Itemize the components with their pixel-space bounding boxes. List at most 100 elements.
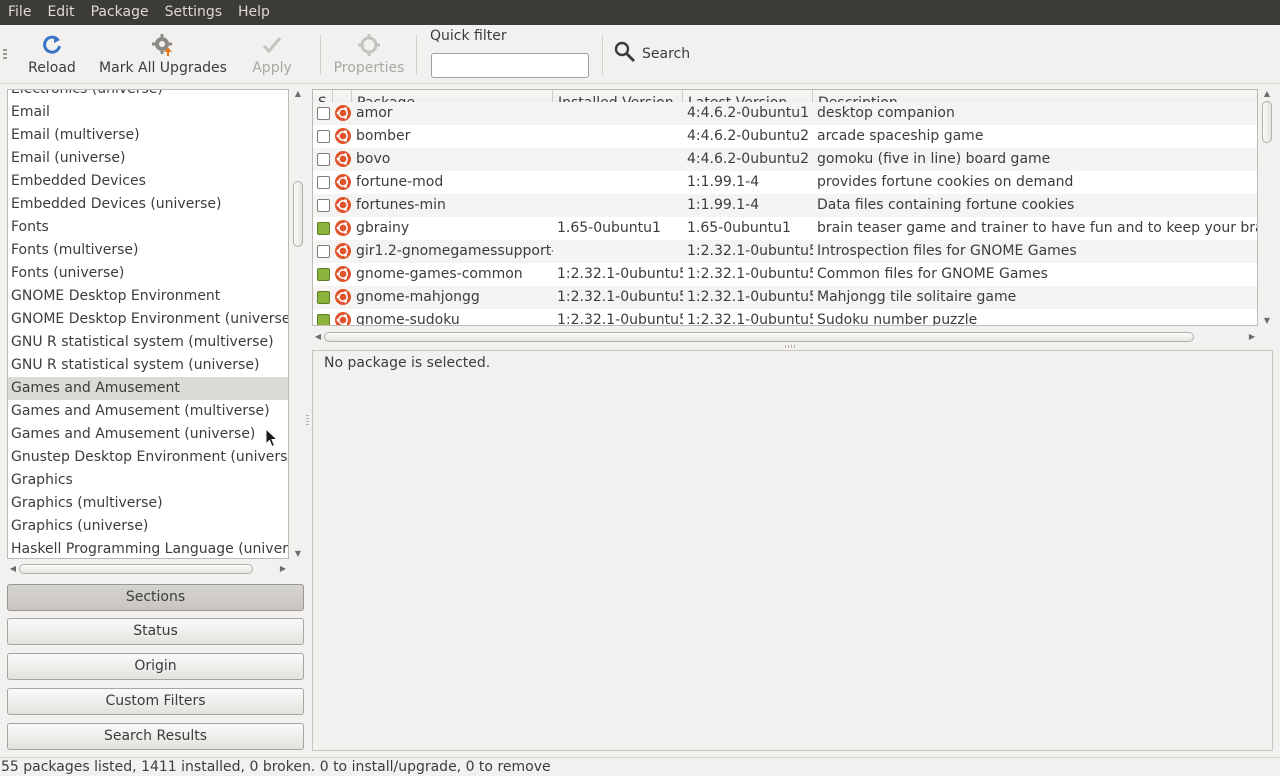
package-checkbox[interactable] [317,222,330,235]
package-table[interactable]: S Package Installed Version Latest Versi… [312,89,1258,326]
status-bar: 55 packages listed, 1411 installed, 0 br… [0,757,1280,776]
search-results-button[interactable]: Search Results [7,723,304,750]
section-item[interactable]: Games and Amusement (universe) [8,423,288,446]
package-checkbox[interactable] [317,245,330,258]
table-row[interactable]: gir1.2-gnomegamessupport-1.0 1:2.32.1-0ub… [313,240,1257,263]
section-item[interactable]: Graphics [8,469,288,492]
search-button[interactable]: Search [614,41,691,67]
section-item[interactable]: GNU R statistical system (universe) [8,354,288,377]
scroll-left-icon[interactable]: ◀ [312,332,324,342]
section-list-hscrollbar[interactable]: ◀ ▶ [7,563,289,575]
section-list[interactable]: Electronics (universe) Email Email (mult… [7,89,289,559]
table-row[interactable]: fortunes-min 1:1.99.1-4 Data files contain… [313,194,1257,217]
package-table-vscrollbar[interactable]: ▲ ▼ [1261,89,1273,326]
section-item[interactable]: GNOME Desktop Environment (universe) [8,308,288,331]
package-description: Mahjongg tile solitaire game [817,289,1017,305]
section-item-selected[interactable]: Games and Amusement [8,377,288,400]
section-item[interactable]: Graphics (multiverse) [8,492,288,515]
section-item[interactable]: Embedded Devices (universe) [8,193,288,216]
section-item[interactable]: Electronics (universe) [8,90,288,101]
properties-gear-icon [357,33,381,57]
scroll-right-icon[interactable]: ▶ [1246,332,1258,342]
menu-package[interactable]: Package [83,0,157,25]
package-checkbox[interactable] [317,176,330,189]
installed-version: 1:2.32.1-0ubuntu5 [557,312,683,326]
scrollbar-thumb[interactable] [293,181,303,247]
table-row[interactable]: gnome-mahjongg 1:2.32.1-0ubuntu5 1:2.32.1-… [313,286,1257,309]
pane-divider-handle[interactable] [306,415,309,427]
menu-help[interactable]: Help [230,0,278,25]
toolbar-separator [416,35,417,75]
scroll-up-icon[interactable]: ▲ [292,89,304,99]
installed-version: 1:2.32.1-0ubuntu5 [557,289,683,305]
section-item[interactable]: Graphics (universe) [8,515,288,538]
section-item[interactable]: Games and Amusement (multiverse) [8,400,288,423]
scroll-up-icon[interactable]: ▲ [1261,89,1273,99]
ubuntu-logo-icon [335,197,351,213]
scrollbar-thumb[interactable] [1262,101,1272,143]
table-row[interactable]: bovo 4:4.6.2-0ubuntu2 gomoku (five in line… [313,148,1257,171]
section-item[interactable]: GNOME Desktop Environment [8,285,288,308]
section-item[interactable]: Fonts (universe) [8,262,288,285]
ubuntu-logo-icon [335,128,351,144]
menu-file[interactable]: File [0,0,39,25]
status-button[interactable]: Status [7,618,304,645]
installed-version [553,194,683,217]
custom-filters-button[interactable]: Custom Filters [7,688,304,715]
section-list-vscrollbar[interactable]: ▲ ▼ [292,89,304,559]
package-details-pane: No package is selected. [312,350,1273,751]
properties-button[interactable]: Properties [331,31,407,79]
scrollbar-thumb[interactable] [19,564,253,574]
package-checkbox[interactable] [317,130,330,143]
section-item[interactable]: Haskell Programming Language (universe) [8,538,288,558]
search-label: Search [642,46,691,62]
package-checkbox[interactable] [317,291,330,304]
latest-version: 1:2.32.1-0ubuntu5 [687,243,813,259]
installed-version [553,148,683,171]
table-row[interactable]: gbrainy 1.65-0ubuntu1 1.65-0ubuntu1 brain t… [313,217,1257,240]
scroll-down-icon[interactable]: ▼ [1261,316,1273,326]
section-item[interactable]: Fonts [8,216,288,239]
toolbar-separator [602,35,603,75]
sections-button[interactable]: Sections [7,584,304,611]
scroll-right-icon[interactable]: ▶ [277,564,289,574]
quick-filter-input[interactable] [431,53,589,78]
section-item[interactable]: Email (multiverse) [8,124,288,147]
package-name: bovo [356,151,391,167]
mark-all-upgrades-button[interactable]: Mark All Upgrades [98,31,228,79]
scroll-left-icon[interactable]: ◀ [7,564,19,574]
package-description: arcade spaceship game [817,128,984,144]
scrollbar-thumb[interactable] [324,332,1194,342]
section-item[interactable]: GNU R statistical system (multiverse) [8,331,288,354]
pane-divider-handle[interactable] [785,345,797,348]
installed-version: 1:2.32.1-0ubuntu5 [557,266,683,282]
package-description: gomoku (five in line) board game [817,151,1051,167]
scroll-down-icon[interactable]: ▼ [292,549,304,559]
table-row[interactable]: gnome-games-common 1:2.32.1-0ubuntu5 1:2.3… [313,263,1257,286]
menu-settings[interactable]: Settings [157,0,230,25]
section-item[interactable]: Embedded Devices [8,170,288,193]
table-row[interactable]: amor 4:4.6.2-0ubuntu1 desktop companion [313,102,1257,125]
package-checkbox[interactable] [317,199,330,212]
package-checkbox[interactable] [317,107,330,120]
section-item[interactable]: Email (universe) [8,147,288,170]
latest-version: 1:1.99.1-4 [687,174,760,190]
table-row[interactable]: bomber 4:4.6.2-0ubuntu2 arcade spaceship g… [313,125,1257,148]
reload-button[interactable]: Reload [24,31,80,79]
magnifier-icon [614,41,636,67]
apply-button[interactable]: Apply [250,31,294,79]
origin-button[interactable]: Origin [7,653,304,680]
menu-edit[interactable]: Edit [39,0,82,25]
section-item[interactable]: Fonts (multiverse) [8,239,288,262]
ubuntu-logo-icon [335,105,351,121]
section-item[interactable]: Gnustep Desktop Environment (universe) [8,446,288,469]
package-checkbox[interactable] [317,268,330,281]
package-name: gnome-sudoku [356,312,460,326]
package-table-hscrollbar[interactable]: ◀ ▶ [312,331,1258,343]
table-row[interactable]: fortune-mod 1:1.99.1-4 provides fortune co… [313,171,1257,194]
table-row[interactable]: gnome-sudoku 1:2.32.1-0ubuntu5 1:2.32.1-0u… [313,309,1257,326]
installed-version [553,240,683,263]
package-checkbox[interactable] [317,314,330,325]
section-item[interactable]: Email [8,101,288,124]
package-checkbox[interactable] [317,153,330,166]
